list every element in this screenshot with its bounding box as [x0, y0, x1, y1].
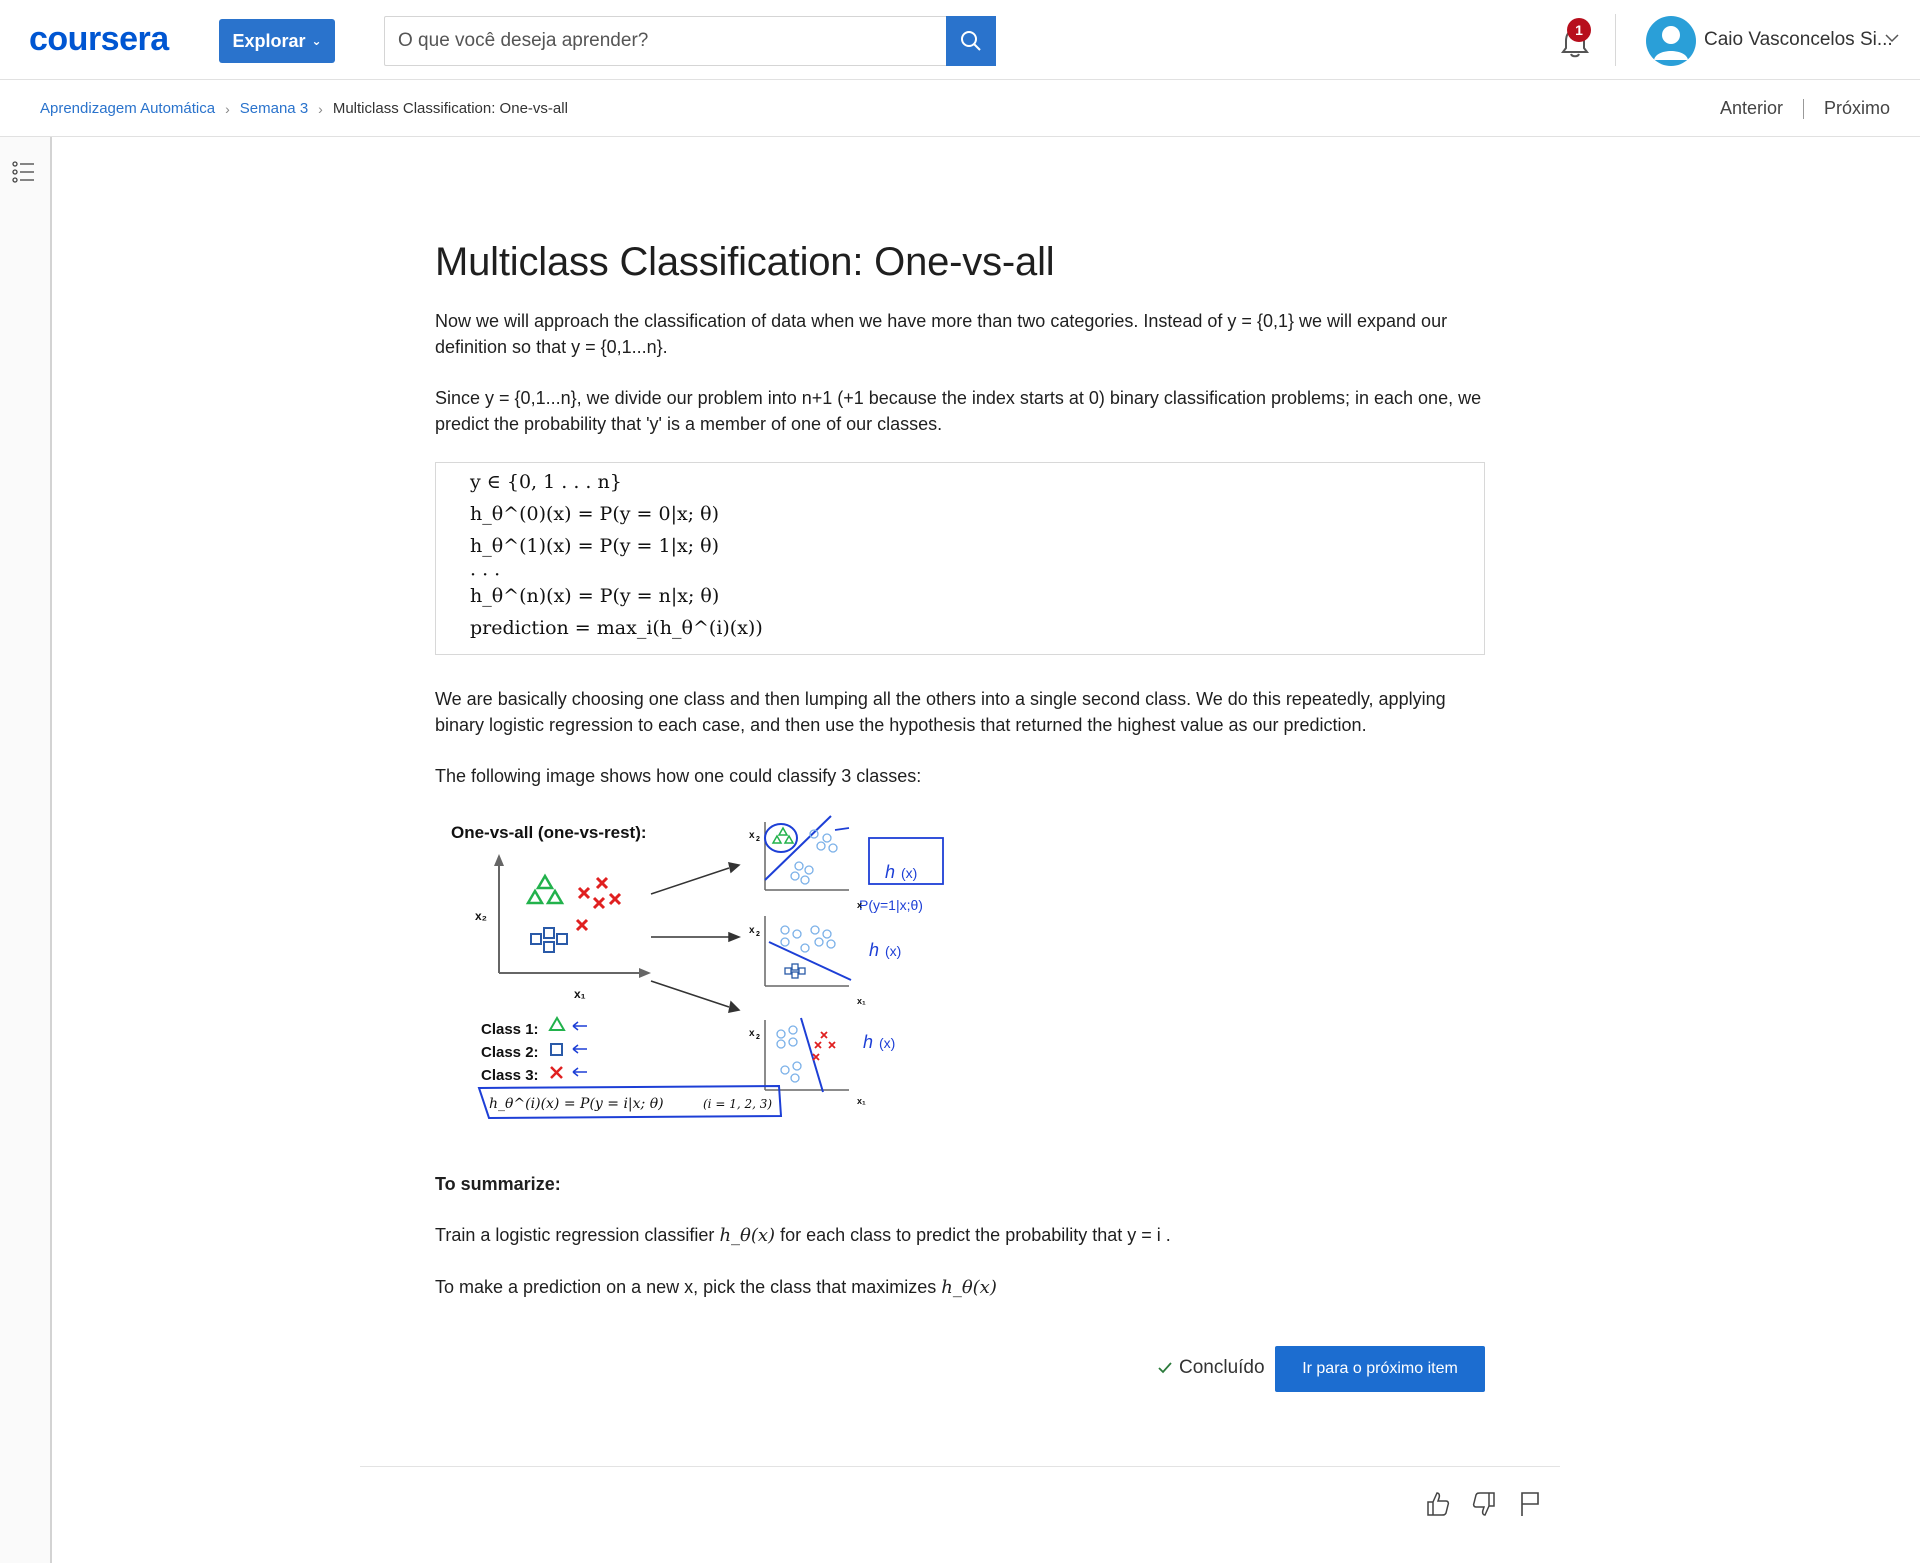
summary-train-text-a: Train a logistic regression classifier — [435, 1225, 720, 1245]
paragraph-lumping: We are basically choosing one class and … — [435, 689, 1446, 735]
svg-text:2: 2 — [756, 931, 760, 938]
notification-badge: 1 — [1567, 18, 1591, 42]
math-line-dots: · · · — [470, 564, 501, 586]
header-divider — [1615, 14, 1616, 66]
summary-predict: To make a prediction on a new x, pick th… — [435, 1274, 997, 1301]
figure-heading: One-vs-all (one-vs-rest): — [451, 823, 647, 842]
math-line-h0: h_θ^(0)(x) = P(y = 0|x; θ) — [470, 503, 719, 525]
next-item-button[interactable]: Ir para o próximo item — [1275, 1346, 1485, 1392]
search-bar — [384, 16, 996, 66]
coursera-logo[interactable]: coursera — [29, 20, 169, 59]
one-vs-all-figure: One-vs-all (one-vs-rest): x₂ x₁ x 2 h (x… — [451, 815, 944, 1120]
math-line-h1: h_θ^(1)(x) = P(y = 1|x; θ) — [470, 535, 719, 557]
figure-arrows — [650, 862, 742, 1013]
math-h-theta: h_θ(x) — [719, 1225, 776, 1246]
explore-label: Explorar — [232, 30, 306, 51]
user-name[interactable]: Caio Vasconcelos Si... — [1704, 29, 1893, 51]
breadcrumb-current: Multiclass Classification: One-vs-all — [332, 100, 568, 117]
next-link[interactable]: Próximo — [1824, 98, 1890, 119]
paragraph-intro: Now we will approach the classification … — [435, 311, 1448, 357]
svg-text:x: x — [857, 900, 862, 910]
chevron-right-icon: › — [225, 100, 230, 117]
top-navigation-bar: coursera Explorar ⌄ 1 Caio Vasconcelos S… — [0, 0, 1920, 80]
figure-index-range: (i = 1, 2, 3) — [703, 1097, 772, 1111]
search-input[interactable] — [385, 17, 947, 65]
page-title: Multiclass Classification: One-vs-all — [435, 240, 1055, 284]
svg-text:(x): (x) — [885, 943, 901, 959]
breadcrumb-bar: Aprendizagem Automática › Semana 3 › Mul… — [0, 80, 1920, 137]
summary-train-text-b: for each class to predict the probabilit… — [775, 1225, 1171, 1245]
explore-button[interactable]: Explorar ⌄ — [219, 19, 335, 63]
previous-link[interactable]: Anterior — [1720, 98, 1783, 119]
content-divider — [360, 1466, 1560, 1467]
nav-divider — [1802, 98, 1804, 119]
completed-label: Concluído — [1179, 1357, 1265, 1378]
summary-heading: To summarize: — [435, 1174, 561, 1194]
feedback-actions — [1425, 1490, 1543, 1518]
math-block: y ∈ {0, 1 . . . n} h_θ^(0)(x) = P(y = 0|… — [435, 462, 1485, 655]
paragraph-image-intro: The following image shows how one could … — [435, 766, 922, 786]
svg-text:h: h — [885, 862, 895, 882]
svg-text:x₁: x₁ — [857, 1096, 866, 1106]
math-h-theta: h_θ(x) — [941, 1277, 997, 1298]
math-line-y-set: y ∈ {0, 1 . . . n} — [470, 471, 622, 493]
thumbs-down-icon[interactable] — [1471, 1490, 1497, 1518]
course-outline-rail — [0, 137, 52, 1563]
class-2-label: Class 2: — [481, 1044, 539, 1061]
breadcrumb: Aprendizagem Automática › Semana 3 › Mul… — [40, 100, 568, 117]
math-line-prediction: prediction = max_i(h_θ^(i)(x)) — [470, 617, 763, 639]
list-menu-icon[interactable] — [12, 160, 36, 184]
breadcrumb-week[interactable]: Semana 3 — [240, 100, 308, 117]
svg-text:h: h — [863, 1032, 873, 1052]
thumbs-up-icon[interactable] — [1425, 1490, 1451, 1518]
svg-text:x: x — [749, 925, 755, 936]
checkmark-icon — [1158, 1362, 1172, 1374]
reading-content: Multiclass Classification: One-vs-all No… — [435, 236, 1485, 1392]
svg-text:h: h — [869, 940, 879, 960]
main-plot: x₂ x₁ — [475, 854, 651, 1001]
avatar[interactable] — [1646, 16, 1696, 66]
item-navigation: Anterior Próximo — [1720, 98, 1890, 119]
subplot-class-1: x2 h (x)P(y=1|x;θ) x — [749, 815, 944, 913]
svg-text:x: x — [749, 1028, 755, 1039]
axis-x1-label: x₁ — [574, 987, 586, 1001]
axis-x2-label: x₂ — [475, 909, 487, 923]
class-legend: Class 1: Class 2: Class 3: h_θ^(i)(x) = … — [477, 1016, 783, 1120]
completed-status: Concluído — [1157, 1357, 1265, 1379]
svg-text:P(y=1|x;θ): P(y=1|x;θ) — [859, 897, 923, 913]
summary-predict-text: To make a prediction on a new x, pick th… — [435, 1277, 942, 1297]
summary-train: Train a logistic regression classifier h… — [435, 1222, 1171, 1249]
flag-icon[interactable] — [1517, 1490, 1543, 1518]
breadcrumb-course[interactable]: Aprendizagem Automática — [40, 100, 215, 117]
svg-text:2: 2 — [756, 836, 760, 843]
subplot-class-2: x2 h (x) x₁ — [749, 916, 901, 1006]
user-icon — [1654, 26, 1688, 60]
subplot-class-3: x2 h (x) x₁ — [749, 1017, 895, 1106]
chevron-down-icon[interactable] — [1884, 33, 1900, 43]
svg-text:(x): (x) — [901, 865, 917, 881]
svg-text:x₁: x₁ — [857, 996, 866, 1006]
chevron-right-icon: › — [318, 100, 323, 117]
svg-text:(x): (x) — [879, 1035, 895, 1051]
class-1-label: Class 1: — [481, 1021, 539, 1038]
class-3-label: Class 3: — [481, 1067, 539, 1084]
search-icon — [961, 31, 981, 51]
search-button[interactable] — [946, 16, 996, 66]
paragraph-divide: Since y = {0,1...n}, we divide our probl… — [435, 388, 1482, 434]
svg-text:2: 2 — [756, 1034, 760, 1041]
chevron-down-icon: ⌄ — [311, 34, 322, 48]
math-line-hn: h_θ^(n)(x) = P(y = n|x; θ) — [470, 585, 720, 607]
figure-formula: h_θ^(i)(x) = P(y = i|x; θ) — [489, 1096, 664, 1112]
svg-text:x: x — [749, 830, 755, 841]
